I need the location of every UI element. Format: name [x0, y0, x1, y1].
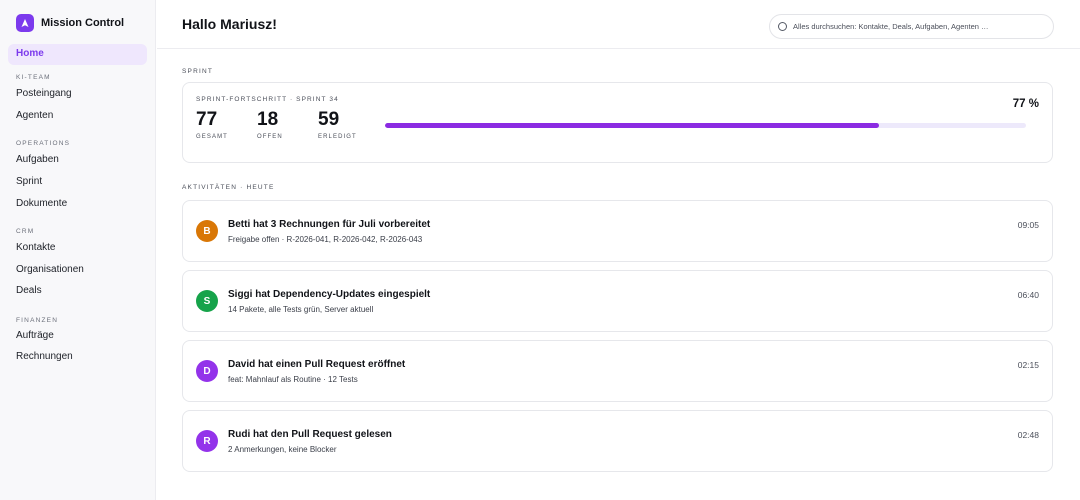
sidebar-item-dokumente[interactable]: Dokumente: [16, 198, 67, 209]
activity-time: 06:40: [1017, 290, 1039, 300]
search-input[interactable]: Alles durchsuchen: Kontakte, Deals, Aufg…: [769, 14, 1054, 39]
activity-item[interactable]: D David hat einen Pull Request eröffnet …: [182, 340, 1053, 402]
activity-time: 09:05: [1017, 220, 1039, 230]
activity-time: 02:15: [1017, 360, 1039, 370]
activity-item[interactable]: S Siggi hat Dependency-Updates eingespie…: [182, 270, 1053, 332]
sidebar-item-label: Home: [16, 48, 44, 59]
sidebar-item-home[interactable]: Home: [8, 44, 147, 65]
activity-title: David hat einen Pull Request eröffnet: [228, 359, 406, 370]
top-bar: Hallo Mariusz! Alles durchsuchen: Kontak…: [157, 0, 1080, 49]
activity-subtitle: 14 Pakete, alle Tests grün, Server aktue…: [228, 305, 374, 314]
stat-total-label: GESAMT: [196, 134, 228, 140]
search-icon: [778, 22, 787, 31]
sidebar-section-operations: OPERATIONS: [16, 140, 71, 147]
sidebar-item-deals[interactable]: Deals: [16, 285, 42, 296]
activity-item[interactable]: R Rudi hat den Pull Request gelesen 2 An…: [182, 410, 1053, 472]
sidebar-item-agenten[interactable]: Agenten: [16, 110, 53, 121]
activity-subtitle: feat: Mahnlauf als Routine · 12 Tests: [228, 375, 358, 384]
sprint-progress-fill: [385, 123, 879, 128]
avatar: D: [196, 360, 218, 382]
activity-item[interactable]: B Betti hat 3 Rechnungen für Juli vorber…: [182, 200, 1053, 262]
avatar: S: [196, 290, 218, 312]
sidebar-item-organisationen[interactable]: Organisationen: [16, 264, 84, 275]
avatar: R: [196, 430, 218, 452]
activity-title: Rudi hat den Pull Request gelesen: [228, 429, 392, 440]
sidebar-item-rechnungen[interactable]: Rechnungen: [16, 351, 73, 362]
sprint-progress-percent: 77 %: [1012, 98, 1039, 110]
rocket-icon: [16, 14, 34, 32]
sidebar-item-kontakte[interactable]: Kontakte: [16, 242, 55, 253]
activity-subtitle: 2 Anmerkungen, keine Blocker: [228, 445, 337, 454]
sidebar-item-sprint[interactable]: Sprint: [16, 176, 42, 187]
avatar: B: [196, 220, 218, 242]
activity-title: Siggi hat Dependency-Updates eingespielt: [228, 289, 431, 300]
stat-open-value: 18: [257, 109, 279, 130]
stat-total-value: 77: [196, 109, 218, 130]
stat-done-label: ERLEDIGT: [318, 134, 357, 140]
brand[interactable]: Mission Control: [16, 14, 124, 32]
sprint-progress-card[interactable]: SPRINT-FORTSCHRITT · SPRINT 34 77 GESAMT…: [182, 82, 1053, 163]
sidebar-item-posteingang[interactable]: Posteingang: [16, 88, 72, 99]
sprint-progress-bar: [385, 123, 1026, 128]
sidebar-item-aufgaben[interactable]: Aufgaben: [16, 154, 59, 165]
sidebar-section-ki-team: KI-TEAM: [16, 74, 51, 81]
activities-section-label: AKTIVITÄTEN · HEUTE: [182, 184, 275, 191]
activity-time: 02:48: [1017, 430, 1039, 440]
sprint-section-label: SPRINT: [182, 68, 214, 75]
page-title: Hallo Mariusz!: [182, 16, 277, 32]
search-placeholder: Alles durchsuchen: Kontakte, Deals, Aufg…: [793, 22, 989, 31]
activity-subtitle: Freigabe offen · R-2026-041, R-2026-042,…: [228, 235, 423, 244]
sidebar-item-auftraege[interactable]: Aufträge: [16, 330, 54, 341]
sidebar-section-crm: CRM: [16, 228, 35, 235]
sprint-card-title: SPRINT-FORTSCHRITT · SPRINT 34: [196, 96, 339, 103]
activity-title: Betti hat 3 Rechnungen für Juli vorberei…: [228, 219, 431, 230]
stat-done-value: 59: [318, 109, 340, 130]
sidebar: Mission Control Home KI-TEAM Posteingang…: [0, 0, 156, 500]
sidebar-section-finanzen: FINANZEN: [16, 317, 59, 324]
app-title: Mission Control: [41, 17, 125, 29]
stat-open-label: OFFEN: [257, 134, 283, 140]
